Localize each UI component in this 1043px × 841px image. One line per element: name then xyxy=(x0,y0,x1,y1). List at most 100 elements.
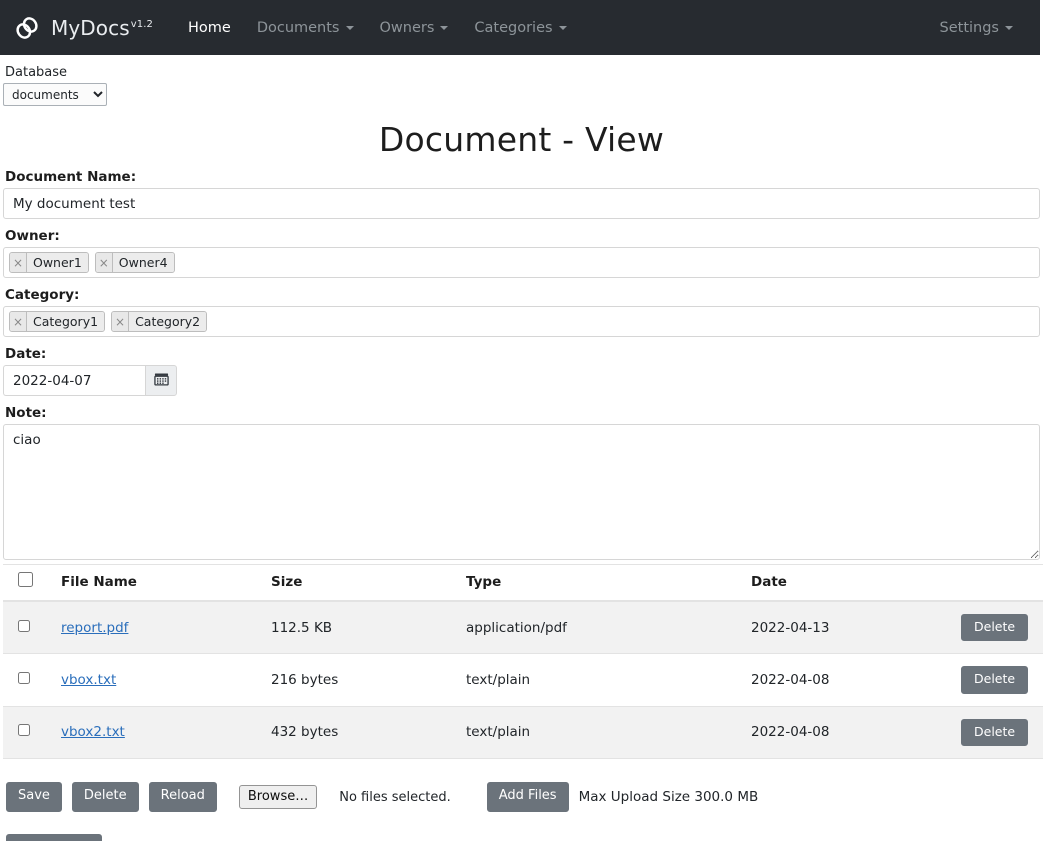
remove-chip-icon[interactable]: × xyxy=(10,253,27,272)
delete-file-button[interactable]: Delete xyxy=(961,666,1029,694)
row-select-cell xyxy=(3,653,55,707)
no-files-selected-label: No files selected. xyxy=(339,789,451,805)
remove-chip-icon[interactable]: × xyxy=(112,312,130,331)
remove-chip-icon[interactable]: × xyxy=(10,312,27,331)
nav-item-owners[interactable]: Owners xyxy=(367,12,462,44)
database-label: Database xyxy=(5,65,68,80)
brand-logo[interactable]: MyDocsv1.2 xyxy=(12,13,153,43)
chevron-down-icon xyxy=(440,25,449,30)
delete-file-button[interactable]: Delete xyxy=(961,718,1029,747)
secondary-actions-row: Copy/Move xyxy=(6,834,1040,841)
browse-button[interactable]: Browse… xyxy=(238,785,318,810)
brand-name: MyDocsv1.2 xyxy=(51,16,153,40)
file-date-cell: 2022-04-08 xyxy=(745,706,955,760)
file-link[interactable]: vbox.txt xyxy=(61,672,116,688)
link-chain-icon xyxy=(12,13,42,43)
file-size-cell: 432 bytes xyxy=(265,706,460,760)
column-header-actions xyxy=(955,564,1043,602)
table-row: vbox.txt 216 bytes text/plain 2022-04-08… xyxy=(3,653,1043,707)
copy-move-button[interactable]: Copy/Move xyxy=(6,834,103,841)
category-label: Category: xyxy=(5,287,80,303)
owner-chip-label: Owner4 xyxy=(112,253,174,272)
file-type-cell: text/plain xyxy=(460,706,745,760)
nav-item-documents[interactable]: Documents xyxy=(244,12,367,44)
file-chooser: Browse… No files selected. xyxy=(238,785,451,810)
brand-version: v1.2 xyxy=(130,18,153,30)
chevron-down-icon xyxy=(1005,25,1013,30)
file-date-cell: 2022-04-08 xyxy=(745,653,955,707)
save-button[interactable]: Save xyxy=(6,782,62,813)
owner-tag-input[interactable]: × Owner1 × Owner4 xyxy=(3,247,1040,278)
owner-label: Owner: xyxy=(5,228,60,244)
table-row: report.pdf 112.5 KB application/pdf 2022… xyxy=(3,601,1043,655)
max-upload-size-label: Max Upload Size 300.0 MB xyxy=(578,789,759,806)
file-size-cell: 216 bytes xyxy=(265,653,460,707)
file-type-cell: text/plain xyxy=(460,653,745,707)
file-action-cell: Delete xyxy=(955,653,1043,707)
nav-item-settings-label: Settings xyxy=(939,19,999,36)
row-checkbox[interactable] xyxy=(18,619,30,632)
nav-item-categories[interactable]: Categories xyxy=(461,12,579,44)
file-date-cell: 2022-04-13 xyxy=(745,601,955,655)
row-checkbox[interactable] xyxy=(18,672,30,685)
file-name-cell: vbox.txt xyxy=(55,653,265,707)
file-size-cell: 112.5 KB xyxy=(265,601,460,655)
nav-item-settings[interactable]: Settings xyxy=(927,12,1026,44)
date-label: Date: xyxy=(5,346,47,362)
remove-chip-icon[interactable]: × xyxy=(95,253,113,272)
category-chip[interactable]: × Category1 xyxy=(9,311,106,332)
delete-button[interactable]: Delete xyxy=(71,782,139,813)
file-name-cell: report.pdf xyxy=(55,601,265,655)
date-picker-button[interactable] xyxy=(145,365,177,396)
top-navbar: MyDocsv1.2 Home Documents Owners Categor… xyxy=(0,0,1040,55)
chevron-down-icon xyxy=(345,25,354,30)
nav-item-documents-label: Documents xyxy=(256,19,340,36)
category-tag-input[interactable]: × Category1 × Category2 xyxy=(3,306,1040,337)
add-files-group: Add Files Max Upload Size 300.0 MB xyxy=(486,782,759,813)
database-select[interactable]: documents xyxy=(3,83,107,106)
nav-item-owners-label: Owners xyxy=(379,19,435,36)
document-name-label: Document Name: xyxy=(5,169,137,185)
row-select-cell xyxy=(3,706,55,760)
column-header-date[interactable]: Date xyxy=(745,564,955,602)
files-table-body: report.pdf 112.5 KB application/pdf 2022… xyxy=(3,601,1043,760)
files-table: File Name Size Type Date report.pdf 112.… xyxy=(3,564,1043,760)
file-link[interactable]: report.pdf xyxy=(61,620,128,636)
page-title: Document - View xyxy=(378,120,665,159)
row-select-cell xyxy=(3,601,55,655)
add-files-button[interactable]: Add Files xyxy=(486,782,569,813)
chevron-down-icon xyxy=(558,25,567,30)
page-body: Database documents Document - View Docum… xyxy=(0,65,1043,841)
reload-button[interactable]: Reload xyxy=(148,782,217,813)
nav-links: Home Documents Owners Categories xyxy=(175,12,580,44)
table-row: vbox2.txt 432 bytes text/plain 2022-04-0… xyxy=(3,706,1043,760)
note-textarea[interactable]: ciao xyxy=(3,424,1040,560)
nav-item-home-label: Home xyxy=(187,19,231,36)
calendar-icon xyxy=(153,371,169,390)
date-field-group xyxy=(3,365,1040,396)
select-all-checkbox[interactable] xyxy=(18,572,33,587)
owner-chip[interactable]: × Owner4 xyxy=(94,252,175,273)
owner-chip-label: Owner1 xyxy=(27,253,88,272)
file-name-cell: vbox2.txt xyxy=(55,706,265,760)
category-chip-label: Category2 xyxy=(129,312,207,331)
category-chip[interactable]: × Category2 xyxy=(111,311,208,332)
table-header-row: File Name Size Type Date xyxy=(3,564,1043,602)
nav-item-categories-label: Categories xyxy=(474,19,553,36)
primary-actions-row: Save Delete Reload Browse… No files sele… xyxy=(6,782,1040,813)
column-header-type[interactable]: Type xyxy=(460,564,745,602)
file-action-cell: Delete xyxy=(955,601,1043,655)
brand-name-text: MyDocs xyxy=(51,15,130,40)
nav-item-home[interactable]: Home xyxy=(175,12,244,44)
file-link[interactable]: vbox2.txt xyxy=(61,724,125,740)
category-chip-label: Category1 xyxy=(27,312,105,331)
select-all-header xyxy=(3,564,55,602)
column-header-size[interactable]: Size xyxy=(265,564,460,602)
row-checkbox[interactable] xyxy=(18,724,30,737)
document-name-input[interactable] xyxy=(3,188,1040,219)
column-header-file-name[interactable]: File Name xyxy=(55,564,265,602)
note-label: Note: xyxy=(5,405,47,421)
owner-chip[interactable]: × Owner1 xyxy=(9,252,89,273)
date-input[interactable] xyxy=(3,365,145,396)
delete-file-button[interactable]: Delete xyxy=(961,614,1029,642)
